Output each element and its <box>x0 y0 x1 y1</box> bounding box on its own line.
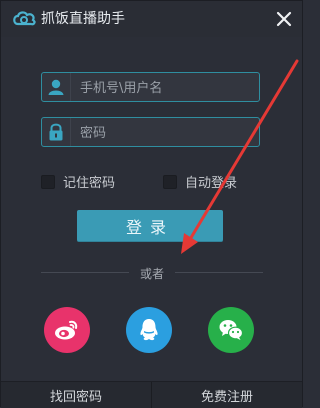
lock-icon <box>49 123 63 141</box>
qq-icon <box>140 319 158 341</box>
remember-password-label: 记住密码 <box>63 176 116 191</box>
user-icon-box <box>42 73 71 101</box>
password-field <box>41 117 260 147</box>
divider-or-text: 或者 <box>139 267 164 281</box>
auto-login-checkbox-box[interactable] <box>163 174 177 189</box>
find-password-link[interactable]: 找回密码 <box>1 382 151 408</box>
user-icon <box>48 79 64 95</box>
login-button[interactable]: 登录 <box>77 210 223 242</box>
register-link[interactable]: 免费注册 <box>152 382 302 408</box>
wechat-icon <box>219 320 244 340</box>
weibo-login-button[interactable] <box>44 307 90 353</box>
app-title: 抓饭直播助手 <box>41 11 125 27</box>
divider-line-right <box>175 272 263 273</box>
divider-line-left <box>41 272 129 273</box>
remember-password-checkbox[interactable]: 记住密码 <box>41 172 115 191</box>
cloud-logo-icon <box>13 11 36 26</box>
qq-login-button[interactable] <box>126 307 172 353</box>
close-icon[interactable] <box>274 9 294 29</box>
footer-bar: 找回密码 免费注册 <box>1 381 302 408</box>
wechat-login-button[interactable] <box>208 307 254 353</box>
password-input[interactable] <box>78 122 257 144</box>
remember-checkbox-box[interactable] <box>41 174 55 189</box>
auto-login-label: 自动登录 <box>185 176 238 191</box>
title-bar: 抓饭直播助手 <box>1 1 302 37</box>
lock-icon-box <box>42 118 71 146</box>
login-window: 抓饭直播助手 记住密码 自动登录 登录 或者 <box>0 0 303 408</box>
auto-login-checkbox[interactable]: 自动登录 <box>163 172 237 191</box>
username-field <box>41 72 260 102</box>
weibo-icon <box>55 320 78 340</box>
username-input[interactable] <box>78 77 257 99</box>
